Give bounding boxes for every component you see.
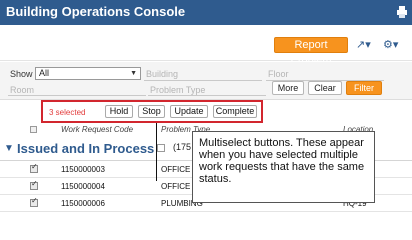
title-bar: Building Operations Console	[0, 0, 412, 25]
row-checkbox[interactable]	[30, 162, 38, 173]
row-type: OFFICE	[161, 165, 191, 174]
show-select[interactable]: All ▼	[35, 67, 141, 80]
show-select-value: All	[39, 68, 50, 78]
problem-type-underline	[148, 95, 266, 96]
group-checkbox[interactable]	[157, 144, 165, 152]
room-input[interactable]: Room	[10, 85, 34, 95]
toolbar: Report Problem ↗▾ ⚙▾	[0, 25, 412, 66]
filter-button[interactable]: Filter	[346, 81, 382, 95]
row-code: 1150000004	[61, 182, 105, 191]
select-all-checkbox[interactable]	[30, 126, 37, 133]
row-code: 1150000006	[61, 199, 105, 208]
column-header-code[interactable]: Work Request Code	[61, 125, 133, 134]
row-checkbox[interactable]	[30, 196, 38, 207]
stop-button[interactable]: Stop	[138, 105, 165, 118]
chevron-down-icon: ▼	[130, 70, 137, 77]
more-button[interactable]: More	[272, 81, 304, 95]
complete-button[interactable]: Complete	[213, 105, 257, 118]
building-input[interactable]: Building	[146, 69, 178, 79]
app-title: Building Operations Console	[6, 4, 186, 19]
multiselect-toolbar: 3 selected Hold Stop Update Complete	[41, 100, 263, 123]
group-count: (175	[173, 142, 192, 152]
group-title: Issued and In Process	[17, 141, 155, 156]
collapse-triangle-icon[interactable]: ▼	[4, 143, 14, 154]
clear-button[interactable]: Clear	[308, 81, 342, 95]
hold-button[interactable]: Hold	[105, 105, 133, 118]
callout-pointer-line	[156, 123, 157, 181]
report-problem-button[interactable]: Report Problem	[274, 37, 348, 66]
row-type: OFFICE	[161, 182, 191, 191]
export-icon[interactable]: ↗▾	[356, 38, 371, 51]
show-label: Show	[10, 69, 33, 79]
floor-input[interactable]: Floor	[268, 69, 289, 79]
console-window: Building Operations Console Report Probl…	[0, 0, 412, 212]
row-checkbox[interactable]	[30, 179, 38, 190]
problem-type-input[interactable]: Problem Type	[150, 85, 205, 95]
gear-icon[interactable]: ⚙▾	[383, 38, 398, 51]
selection-count: 3 selected	[49, 108, 86, 117]
room-underline	[8, 95, 146, 96]
callout-annotation: Multiselect buttons. These appear when y…	[192, 131, 375, 203]
building-underline	[144, 80, 262, 81]
update-button[interactable]: Update	[170, 105, 208, 118]
printer-icon[interactable]	[397, 6, 407, 18]
row-code: 1150000003	[61, 165, 105, 174]
